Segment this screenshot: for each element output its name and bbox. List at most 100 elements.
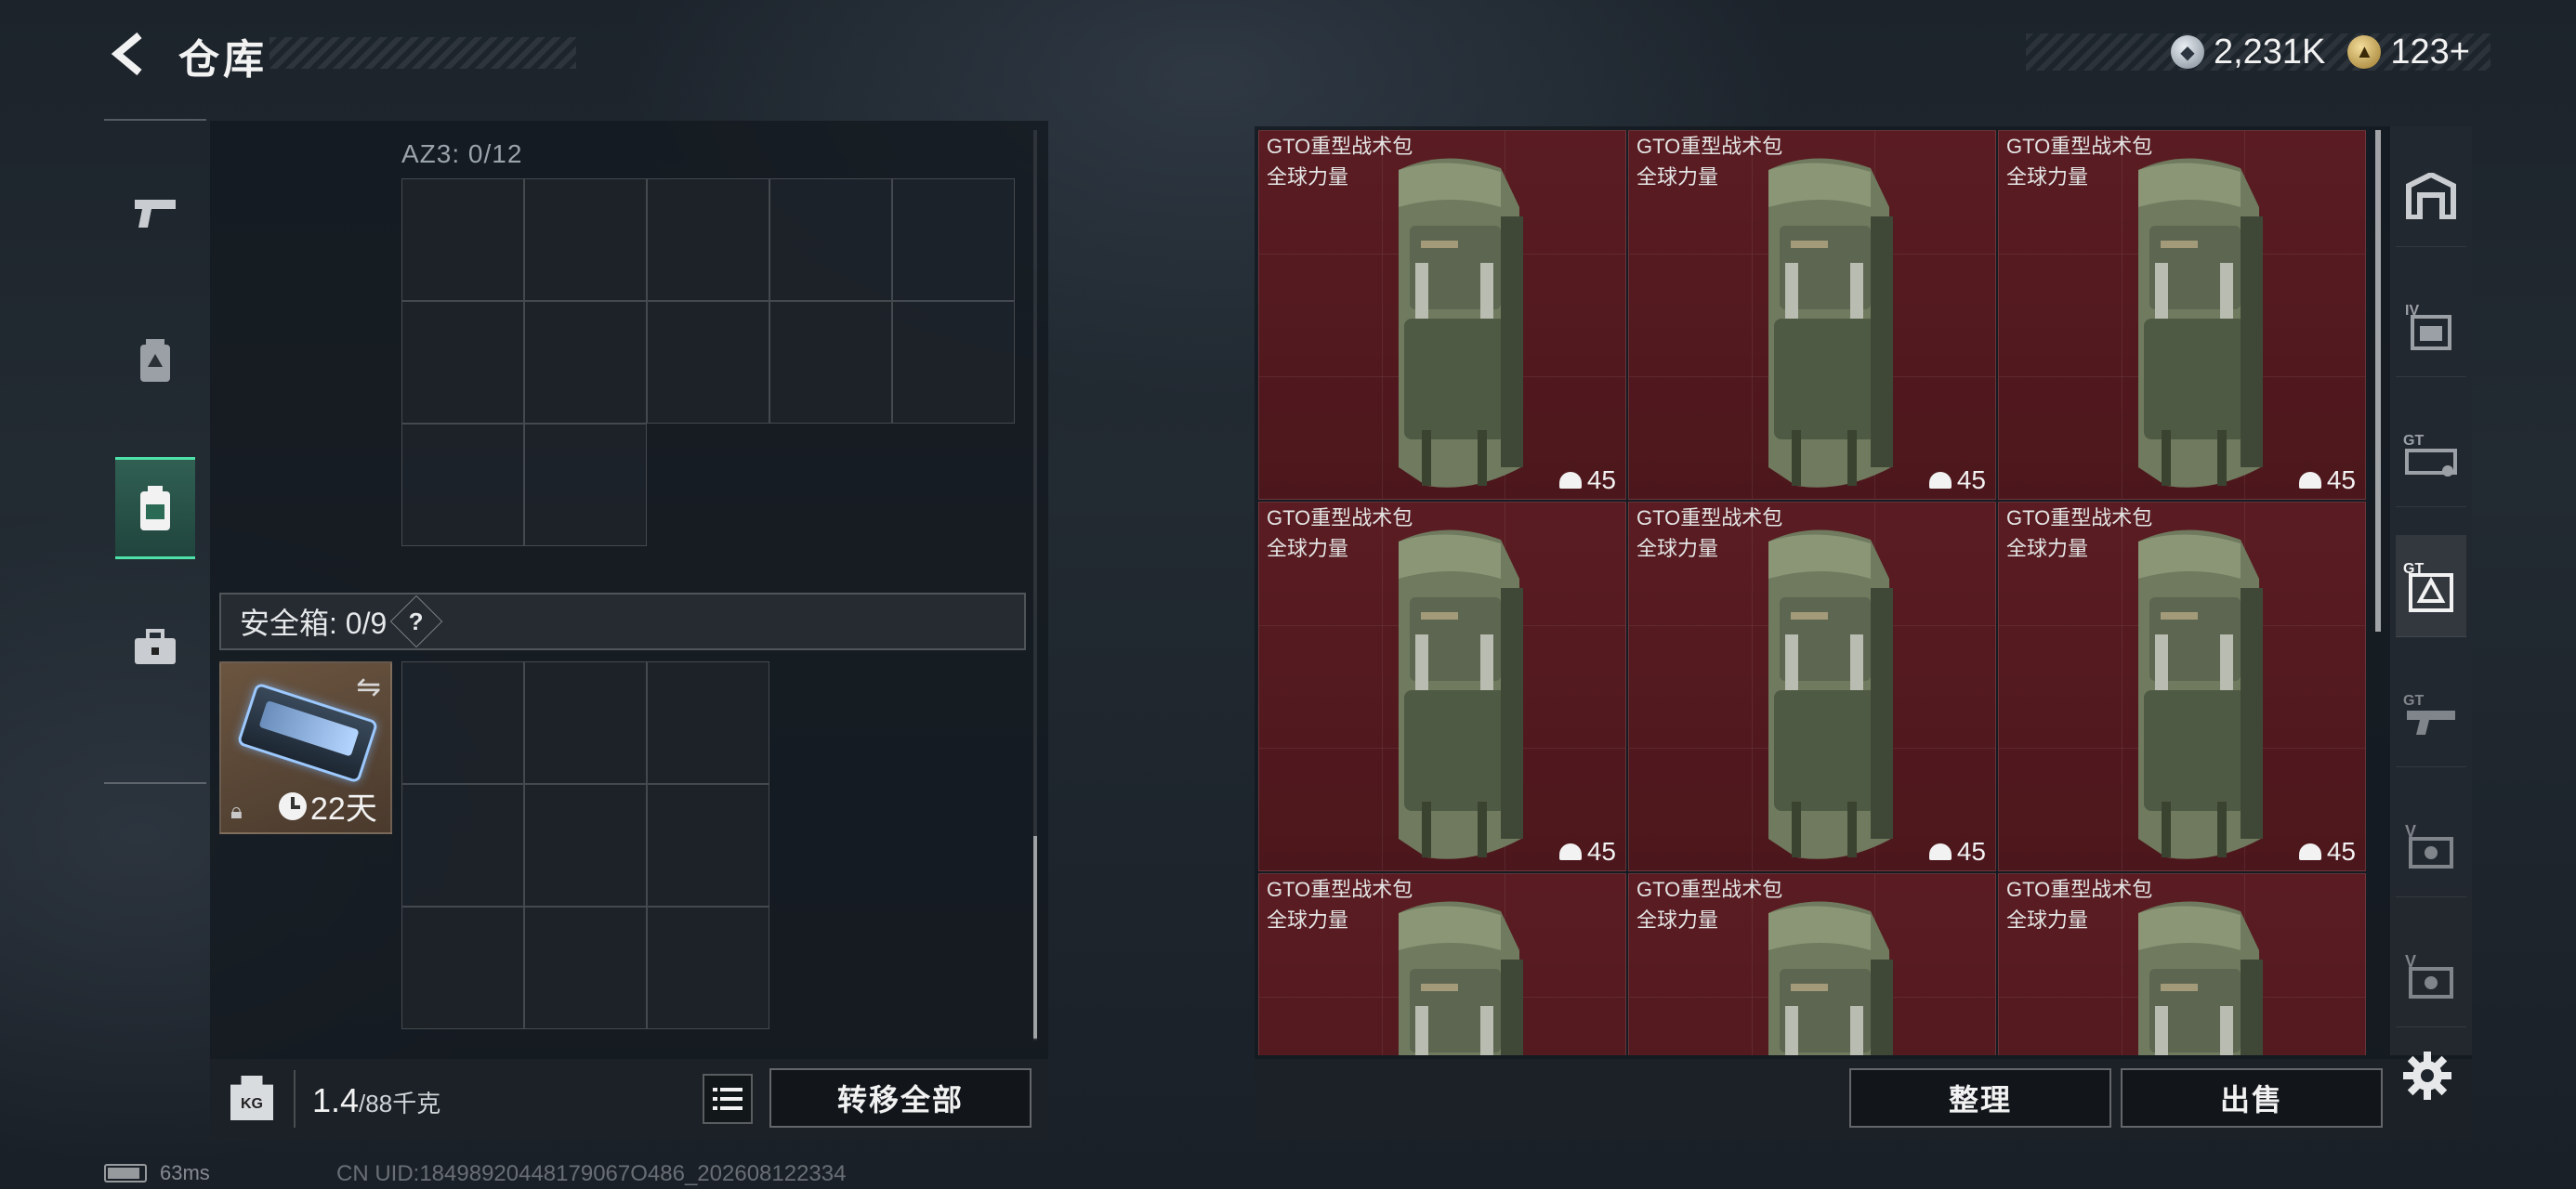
sort-button[interactable]: 整理 [1849, 1068, 2111, 1128]
help-icon[interactable]: ? [389, 594, 443, 648]
helmet-icon [1928, 472, 1952, 489]
nav-item-backpack[interactable] [115, 457, 195, 559]
grid-slot[interactable] [769, 178, 892, 301]
gt-bag-case-icon: GT [2403, 561, 2453, 612]
stash-item-card[interactable]: GTO重型战术包 全球力量 45 [1258, 130, 1626, 500]
stash-item-card[interactable]: GTO重型战术包 全球力量 45 [1628, 130, 1996, 500]
grid-slot[interactable] [769, 301, 892, 424]
iv-case-icon: IV [2405, 303, 2451, 350]
stash-item-card[interactable]: GTO重型战术包 全球力量 45 [1998, 502, 2366, 871]
sell-button[interactable]: 出售 [2121, 1068, 2383, 1128]
ping-value: 63ms [160, 1161, 210, 1184]
backpack-image [1399, 529, 1523, 859]
stash-item-card[interactable]: GTO重型战术包 全球力量 [1628, 873, 1996, 1055]
grid-slot[interactable] [524, 784, 647, 907]
item-quantity: 45 [1558, 465, 1616, 495]
page-title: 仓库 [178, 37, 268, 83]
item-name: GTO重型战术包 [1267, 878, 1413, 901]
backpack-image [2138, 901, 2263, 1055]
helmet-icon [1928, 843, 1952, 860]
tab-gt-gun-case[interactable]: GT [2396, 665, 2466, 767]
grid-slot[interactable] [401, 178, 524, 301]
item-quantity: 45 [1928, 465, 1986, 495]
item-faction: 全球力量 [1636, 537, 1719, 560]
title-decoration [269, 37, 576, 69]
tab-gt-weapon-case[interactable]: GT [2396, 405, 2466, 507]
grid-slot[interactable] [892, 178, 1015, 301]
stash-item-card[interactable]: GTO重型战术包 全球力量 [1258, 873, 1626, 1055]
transfer-all-button[interactable]: 转移全部 [769, 1068, 1032, 1128]
tab-iv-case[interactable]: IV [2396, 275, 2466, 377]
grid-slot[interactable] [892, 301, 1015, 424]
gear-icon[interactable] [2401, 1050, 2453, 1102]
gt-gun-case-icon: GT [2403, 693, 2455, 735]
grid-slot[interactable] [647, 661, 769, 784]
backpack-image [2138, 158, 2263, 488]
carry-weight: 1.4/88千克 [312, 1081, 440, 1120]
safebox-header: 安全箱: 0/9 ? [219, 593, 1026, 650]
nav-item-toolbox[interactable] [115, 596, 195, 699]
item-name: GTO重型战术包 [1636, 878, 1783, 901]
item-name: GTO重型战术包 [2006, 135, 2153, 158]
grid-slot[interactable] [647, 784, 769, 907]
swap-icon[interactable]: ⇋ [356, 669, 381, 704]
left-category-nav [104, 119, 206, 784]
backpack-image [1768, 529, 1893, 859]
weight-value: 1.4 [312, 1081, 360, 1119]
stash-item-card[interactable]: GTO重型战术包 全球力量 45 [1628, 502, 1996, 871]
nav-item-weapon[interactable] [115, 162, 195, 264]
list-icon [713, 1088, 743, 1110]
grid-slot[interactable] [401, 907, 524, 1029]
grid-slot[interactable] [401, 301, 524, 424]
tab-gt-bag-case[interactable]: GT [2396, 535, 2466, 637]
status-bar: 63ms [104, 1161, 210, 1185]
grid-slot[interactable] [647, 301, 769, 424]
gold-coin-icon: ▲ [2347, 35, 2382, 69]
grid-slot[interactable] [647, 907, 769, 1029]
nav-item-vest[interactable] [115, 310, 195, 412]
stash-grid: GTO重型战术包 全球力量 45 GTO重型战术包 全球力量 45 GTO重型战术包 全球力量… [1258, 130, 2366, 1055]
list-view-button[interactable] [703, 1074, 753, 1124]
stash-item-card[interactable]: GTO重型战术包 全球力量 45 [1258, 502, 1626, 871]
gold-currency-value: 123+ [2390, 32, 2470, 72]
item-quantity: 45 [1928, 837, 1986, 867]
silver-currency-value: 2,231K [2213, 32, 2326, 72]
grid-slot[interactable] [647, 178, 769, 301]
grid-slot[interactable] [524, 661, 647, 784]
tab-home-shelf[interactable] [2396, 145, 2466, 247]
helmet-icon [2298, 843, 2321, 860]
backpack-image [1399, 158, 1523, 488]
grid-slot[interactable] [401, 424, 524, 546]
left-scrollbar-thumb[interactable] [1033, 836, 1037, 1039]
stash-item-card[interactable]: GTO重型战术包 全球力量 [1998, 873, 2366, 1055]
item-quantity-value: 45 [2326, 465, 2356, 494]
grid-slot[interactable] [524, 907, 647, 1029]
grid-slot[interactable] [401, 661, 524, 784]
back-icon[interactable] [104, 28, 152, 80]
gold-currency[interactable]: ▲ 123+ [2347, 33, 2470, 72]
helmet-icon [1558, 843, 1582, 860]
backpack-image [1768, 158, 1893, 488]
lock-icon: 🔒︎ [230, 799, 243, 824]
item-faction: 全球力量 [1636, 165, 1719, 189]
stash-item-card[interactable]: GTO重型战术包 全球力量 45 [1998, 130, 2366, 500]
silver-currency[interactable]: ◆ 2,231K [2170, 32, 2326, 72]
divider [294, 1070, 296, 1128]
expiry-timer: 22天 [279, 783, 377, 829]
grid-slot[interactable] [524, 424, 647, 546]
item-quantity: 45 [2298, 837, 2356, 867]
grid-slot[interactable] [524, 178, 647, 301]
safebox-item[interactable]: ⇋ 🔒︎ 22天 [219, 661, 392, 834]
vest-icon [140, 339, 170, 382]
grid-slot[interactable] [401, 784, 524, 907]
item-faction: 全球力量 [1267, 165, 1349, 189]
grid-slot[interactable] [524, 301, 647, 424]
tab-v-case[interactable]: V [2396, 795, 2466, 897]
stash-scrollbar-thumb[interactable] [2375, 130, 2381, 632]
tab-v-case-2[interactable]: V [2396, 925, 2466, 1027]
backpack-image [1399, 901, 1523, 1055]
safebox-label: 安全箱: 0/9 [240, 607, 388, 640]
weight-max: /88千克 [359, 1090, 441, 1117]
battery-icon [104, 1164, 147, 1182]
helmet-icon [2298, 472, 2321, 489]
